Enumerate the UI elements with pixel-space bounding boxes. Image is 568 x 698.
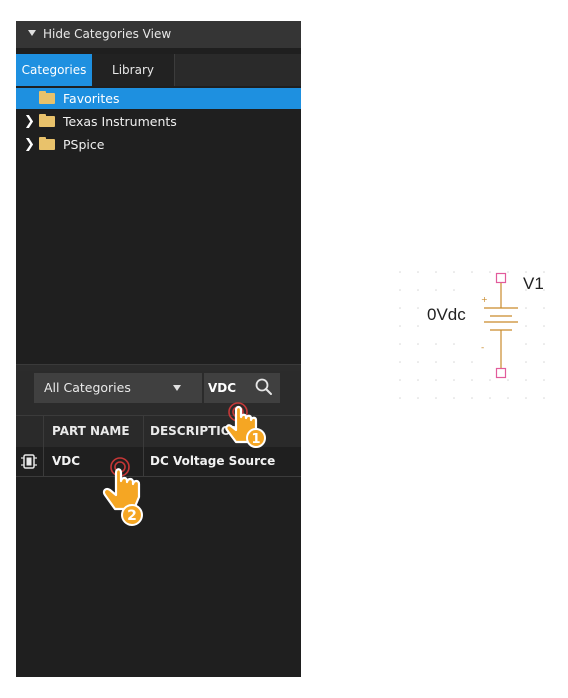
column-header-icon — [16, 416, 44, 447]
hide-categories-label: Hide Categories View — [43, 27, 172, 41]
click-hand-annotation-1: 1 — [216, 390, 278, 458]
part-browser-panel: Hide Categories View Categories Library … — [16, 21, 301, 677]
folder-icon — [39, 137, 55, 150]
panel-tabs: Categories Library — [16, 54, 301, 86]
schematic-canvas: + - V1 0Vdc — [392, 258, 562, 408]
part-reference-label[interactable]: V1 — [523, 274, 544, 294]
top-pin — [495, 272, 507, 284]
minus-sign: - — [481, 343, 484, 353]
tab-categories[interactable]: Categories — [16, 54, 92, 86]
part-icon — [16, 447, 44, 476]
collapse-triangle-icon — [28, 30, 36, 36]
folder-icon — [39, 91, 55, 104]
folder-icon — [39, 114, 55, 127]
tree-item-texas-instruments[interactable]: ❯ Texas Instruments — [16, 111, 301, 132]
splitter-handle[interactable] — [16, 364, 301, 371]
click-hand-annotation-2: 2 — [92, 445, 154, 541]
tree-item-favorites[interactable]: Favorites — [16, 88, 301, 109]
tree-item-label: PSpice — [63, 137, 105, 152]
tree-item-label: Favorites — [63, 91, 120, 106]
category-select-value: All Categories — [44, 380, 131, 395]
bottom-pin — [495, 367, 507, 379]
tree-item-label: Texas Instruments — [63, 114, 177, 129]
chevron-right-icon[interactable]: ❯ — [24, 134, 35, 155]
annotation-number-2: 2 — [127, 508, 137, 524]
dropdown-arrow-icon — [173, 385, 181, 391]
hide-categories-toggle[interactable]: Hide Categories View — [16, 21, 301, 48]
tab-library[interactable]: Library — [92, 54, 175, 86]
tree-item-pspice[interactable]: ❯ PSpice — [16, 134, 301, 155]
part-value-label[interactable]: 0Vdc — [427, 305, 466, 325]
annotation-number-1: 1 — [251, 432, 260, 447]
category-select[interactable]: All Categories — [34, 373, 202, 403]
chevron-right-icon[interactable]: ❯ — [24, 111, 35, 132]
column-header-part-name[interactable]: PART NAME — [44, 416, 144, 447]
plus-sign: + — [481, 295, 488, 304]
